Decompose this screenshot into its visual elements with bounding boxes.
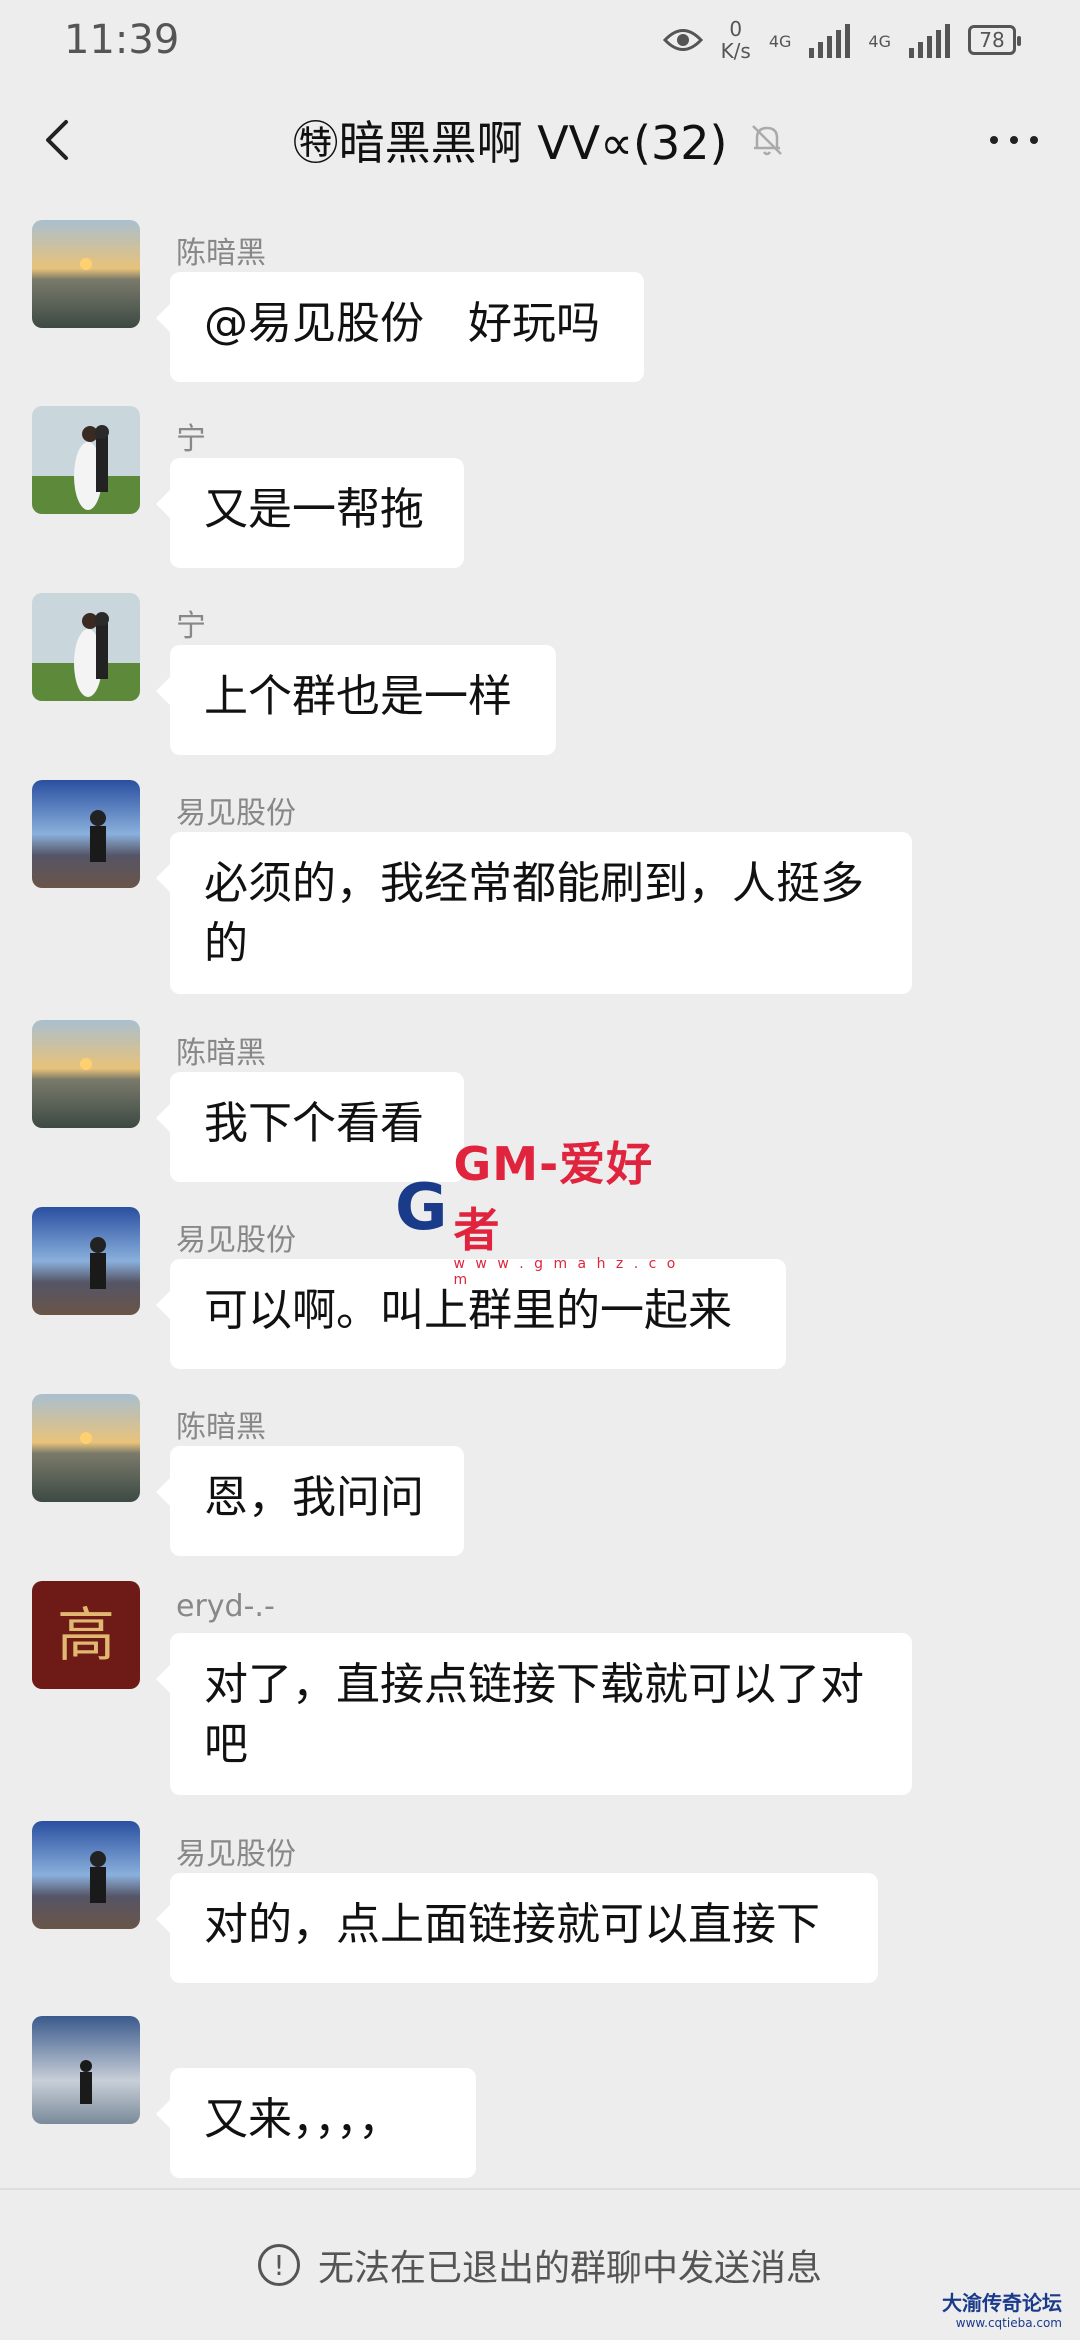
message-bubble[interactable]: 又来，，，， [156, 2068, 476, 2178]
watermark-letter: G [395, 1171, 448, 1245]
avatar[interactable] [32, 1821, 140, 1929]
message-bubble[interactable]: 又是一帮拖 [156, 458, 464, 568]
message-bubble[interactable]: 恩，我问问 [156, 1446, 464, 1556]
status-bar: 11:39 0 K/s 4G 4G 78 [0, 0, 1080, 80]
watermark-url: w w w . g m a h z . c o m [453, 1256, 679, 1288]
signal-icon-2 [909, 22, 950, 58]
avatar[interactable] [32, 1207, 140, 1315]
battery-icon: 78 [968, 25, 1021, 55]
status-icons: 0 K/s 4G 4G 78 [662, 18, 1021, 62]
avatar[interactable] [32, 2016, 140, 2124]
exclamation-icon: ! [257, 2244, 300, 2286]
message-bubble[interactable]: 对的，点上面链接就可以直接下 [156, 1873, 878, 1983]
chat-header: ㊕暗黑黑啊 VV∝(32) [0, 90, 1080, 190]
watermark-text: GM-爱好者 [453, 1137, 654, 1257]
signal-icon-1 [809, 22, 851, 58]
avatar[interactable] [32, 593, 140, 701]
avatar[interactable] [32, 1020, 140, 1128]
avatar-glyph: 高 [57, 1601, 115, 1669]
avatar[interactable] [32, 1394, 140, 1502]
sender-name: 陈暗黑 [176, 1410, 266, 1445]
message-text-line: 对了，直接点链接下载就可以了对 [204, 1659, 864, 1710]
mute-bell-icon [752, 125, 783, 156]
status-time: 11:39 [64, 17, 180, 63]
net-speed-unit: K/s [720, 39, 751, 63]
sender-name: eryd-.- [176, 1589, 275, 1624]
sender-name: 易见股份 [176, 1223, 296, 1258]
sender-name: 宁 [176, 422, 206, 457]
sender-name: 易见股份 [176, 796, 296, 831]
chat-title: ㊕暗黑黑啊 VV∝(32) [293, 107, 788, 173]
forum-watermark: 大渝传奇论坛 www.cqtieba.com [942, 2287, 1062, 2330]
message-text: 又来，，，， [204, 2094, 402, 2145]
sender-name: 陈暗黑 [176, 1036, 266, 1071]
message-text: 对的，点上面链接就可以直接下 [204, 1899, 820, 1950]
message-text: 上个群也是一样 [204, 671, 512, 722]
net-speed: 0 K/s [721, 18, 751, 62]
message-text-line: 的 [204, 918, 248, 969]
message-bubble[interactable]: 上个群也是一样 [156, 645, 556, 755]
sender-name: 陈暗黑 [176, 236, 266, 271]
input-disabled-bar: ! 无法在已退出的群聊中发送消息 [0, 2190, 1080, 2340]
sender-name: 宁 [176, 609, 206, 644]
message-bubble[interactable]: 对了，直接点链接下载就可以了对 吧 [156, 1633, 912, 1795]
network-type-1: 4G [768, 32, 792, 51]
message-text: 又是一帮拖 [204, 484, 424, 535]
message-bubble[interactable]: 必须的，我经常都能刷到，人挺多 的 [156, 832, 912, 994]
battery-level: 78 [979, 28, 1005, 52]
avatar[interactable] [32, 220, 140, 328]
avatar[interactable] [32, 406, 140, 514]
message-text-line: 吧 [204, 1719, 248, 1770]
more-options-icon[interactable] [984, 120, 1044, 160]
message-bubble[interactable]: @易见股份 好玩吗 [156, 272, 644, 382]
back-arrow-icon[interactable] [36, 118, 80, 162]
sender-name: 易见股份 [176, 1837, 296, 1872]
disabled-notice: 无法在已退出的群聊中发送消息 [317, 2248, 822, 2289]
network-type-2: 4G [868, 32, 891, 51]
message-text: 恩，我问问 [204, 1472, 424, 1523]
forum-url: www.cqtieba.com [955, 2316, 1062, 2330]
net-speed-value: 0 [729, 17, 743, 41]
message-text-line: 必须的，我经常都能刷到，人挺多 [204, 858, 864, 909]
message-text: 可以啊。叫上群里的一起来 [204, 1285, 732, 1336]
avatar[interactable]: 高 [32, 1581, 140, 1689]
avatar[interactable] [32, 780, 140, 888]
forum-name: 大渝传奇论坛 [942, 2291, 1062, 2315]
eye-icon [662, 27, 703, 53]
chat-title-text: ㊕暗黑黑啊 VV∝(32) [292, 116, 728, 170]
message-text: @易见股份 好玩吗 [204, 298, 600, 349]
message-text: 我下个看看 [204, 1098, 424, 1149]
watermark-logo: G GM-爱好者 w w w . g m a h z . c o m [395, 1128, 680, 1288]
